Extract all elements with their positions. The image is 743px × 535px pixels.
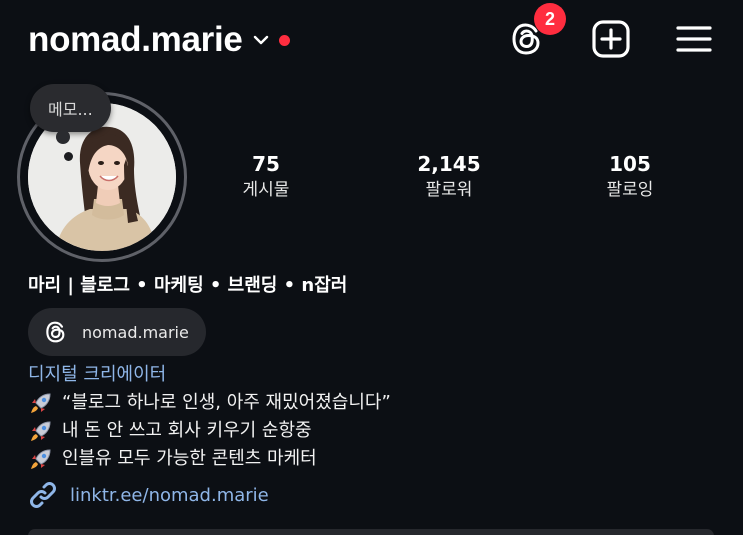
link-icon [28,480,58,510]
profile-page: nomad.marie 2 메모... 75 게시물 2,145 팔로워 105… [0,0,743,535]
stat-followers[interactable]: 2,145 팔로워 [379,150,519,202]
notification-dot [278,34,290,46]
stat-followers-label: 팔로워 [425,180,473,200]
bio-text: 인블유 모두 가능한 콘텐츠 마케터 [62,448,317,469]
hamburger-menu-icon [675,23,713,55]
note-bubble-tail-small [64,152,73,161]
profile-username: nomad.marie [28,20,243,59]
rocket-icon [28,418,54,444]
threads-handle: nomad.marie [82,322,189,342]
note-text: 메모... [48,100,93,119]
account-switcher[interactable]: nomad.marie [28,18,290,62]
note-bubble-tail [56,130,70,144]
profile-link[interactable]: linktr.ee/nomad.marie [28,480,269,510]
rocket-icon [28,446,54,472]
stat-following-label: 팔로잉 [606,180,654,200]
stat-followers-count: 2,145 [417,152,481,176]
add-square-icon [591,19,631,59]
edit-profile-button[interactable] [28,529,714,535]
threads-badge: 2 [534,3,566,35]
stat-posts-count: 75 [252,152,280,176]
chevron-down-icon [251,30,271,50]
link-text: linktr.ee/nomad.marie [70,484,269,506]
profile-display-name: 마리 | 블로그 • 마케팅 • 브랜딩 • n잡러 [28,275,348,296]
bio-text: “블로그 하나로 인생, 아주 재밌어졌습니다” [62,392,391,413]
stat-posts[interactable]: 75 게시물 [196,150,336,202]
stat-posts-label: 게시물 [242,180,290,200]
rocket-icon [28,390,54,416]
menu-button[interactable] [674,19,714,59]
bio-text: 내 돈 안 쓰고 회사 키우기 순항중 [62,420,312,441]
threads-profile-link[interactable]: nomad.marie [28,308,206,356]
stat-following[interactable]: 105 팔로잉 [560,150,700,202]
profile-category: 디지털 크리에이터 [28,364,167,385]
bio-line: “블로그 하나로 인생, 아주 재밌어졌습니다” [28,389,391,417]
bio-line: 인블유 모두 가능한 콘텐츠 마케터 [28,445,317,473]
stat-following-count: 105 [609,152,651,176]
note-bubble[interactable]: 메모... [30,84,111,132]
profile-header: nomad.marie 2 [0,0,743,80]
threads-icon [44,320,68,344]
bio-line: 내 돈 안 쓰고 회사 키우기 순항중 [28,417,312,445]
create-post-button[interactable] [591,19,631,59]
